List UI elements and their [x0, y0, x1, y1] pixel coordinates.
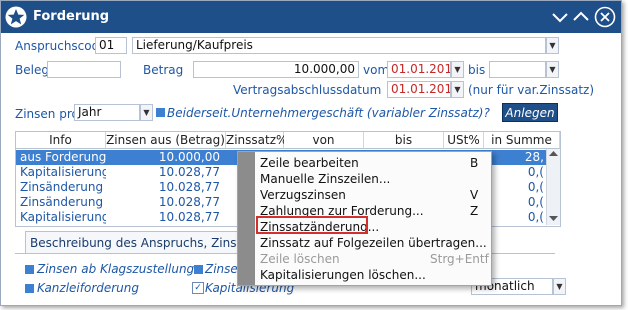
chevron-up-icon[interactable]: [571, 7, 591, 27]
star-icon: [5, 6, 27, 28]
row-summe: 0,(: [527, 165, 544, 179]
kanzleiforderung-label: Kanzleiforderung: [37, 281, 140, 295]
menu-item-zeile-loeschen: Zeile löschen: [260, 252, 340, 266]
anspruchscode-label: Anspruchscode: [15, 39, 107, 53]
row-summe: 0,(: [527, 210, 544, 224]
anspruchscode-dropdown-icon[interactable]: ▼: [546, 37, 559, 54]
scroll-up-icon[interactable]: [549, 150, 558, 157]
zinsen-pro-dropdown-icon[interactable]: ▼: [140, 104, 153, 121]
vertragsabschlussdatum-input[interactable]: 01.01.2010: [387, 81, 451, 98]
menu-shortcut-strg-entf: Strg+Entf: [430, 252, 489, 266]
row-info: aus Forderung: [20, 150, 106, 164]
window-title: Forderung: [33, 9, 110, 24]
row-summe: 0,(: [527, 195, 544, 209]
zinsen-klag-label: Zinsen ab Klagszustellung: [37, 262, 195, 276]
menu-shortcut-v: V: [470, 188, 479, 202]
menu-item-highlight: [256, 216, 368, 234]
context-menu: Zeile bearbeiten B Manuelle Zinszeilen..…: [237, 151, 492, 286]
vom-date-dropdown-icon[interactable]: ▼: [451, 61, 464, 78]
forderung-window: Forderung Anspruchscode 01 Lieferung/Kau…: [0, 0, 622, 306]
bis-date-input[interactable]: [489, 61, 546, 78]
beiderseit-checkbox[interactable]: [156, 108, 165, 117]
row-betrag: 10.028,77: [158, 195, 220, 209]
betrag-label: Betrag: [143, 63, 184, 77]
row-summe: 0,(: [527, 180, 544, 194]
anlegen-button[interactable]: Anlegen: [502, 103, 558, 122]
row-betrag: 10.028,77: [158, 180, 220, 194]
vertragsabschlussdatum-dropdown-icon[interactable]: ▼: [451, 81, 464, 98]
row-info: Zinsänderung: [20, 195, 104, 209]
variable-zinssatz-hint: (nur für var.Zinssatz): [468, 83, 595, 97]
menu-item-kapitalisierungen-loeschen[interactable]: Kapitalisierungen löschen...: [260, 267, 426, 283]
zinses-checkbox[interactable]: [194, 265, 203, 274]
column-header-info[interactable]: Info: [16, 132, 106, 149]
beleg-label: Beleg: [15, 63, 49, 77]
zinsen-pro-label: Zinsen pro: [15, 107, 79, 121]
close-icon[interactable]: [594, 6, 616, 28]
vertragsabschlussdatum-label: Vertragsabschlussdatum: [233, 83, 382, 97]
menu-item-verzugszinsen[interactable]: Verzugszinsen: [260, 187, 346, 203]
beiderseit-label: Beiderseit.Unternehmergeschäft (variable…: [167, 106, 490, 120]
scroll-down-icon[interactable]: [549, 215, 558, 222]
zinsen-klag-checkbox[interactable]: [25, 265, 34, 274]
anspruchscode-input[interactable]: 01: [95, 37, 127, 54]
beleg-input[interactable]: [47, 61, 121, 78]
betrag-input[interactable]: 10.000,00: [193, 61, 359, 78]
title-bar: Forderung: [1, 1, 621, 33]
column-header-von[interactable]: von: [284, 132, 364, 149]
vom-label: vom: [363, 63, 390, 77]
row-betrag: 10.000,00: [158, 150, 220, 164]
zinsen-pro-select[interactable]: Jahr: [74, 104, 140, 121]
column-header-zinsen-aus[interactable]: Zinsen aus (Betrag): [106, 132, 226, 149]
menu-shortcut-z: Z: [470, 204, 479, 218]
row-info: Zinsänderung: [20, 180, 104, 194]
menu-item-zinssatz-uebertragen[interactable]: Zinssatz auf Folgezeilen übertragen...: [260, 235, 487, 251]
bis-label: bis: [468, 63, 486, 77]
row-betrag: 10.028,77: [158, 210, 220, 224]
anspruchscode-description-field[interactable]: Lieferung/Kaufpreis: [132, 37, 546, 54]
row-info: Kapitalisierung: [20, 210, 106, 224]
column-header-bis[interactable]: bis: [364, 132, 444, 149]
menu-item-zeile-bearbeiten[interactable]: Zeile bearbeiten: [260, 155, 359, 171]
vom-date-input[interactable]: 01.01.2010: [387, 61, 451, 78]
column-header-ust[interactable]: USt%: [444, 132, 484, 149]
row-betrag: 10.028,77: [158, 165, 220, 179]
column-header-in-summe[interactable]: in Summe: [484, 132, 560, 149]
row-summe: 28,: [524, 150, 544, 164]
kanzleiforderung-checkbox[interactable]: [25, 284, 34, 293]
kapitalisierung-checkbox[interactable]: ✓: [192, 282, 204, 294]
column-header-zinssatz[interactable]: Zinssatz%: [226, 132, 287, 149]
menu-shortcut-b: B: [470, 156, 479, 170]
interval-dropdown-icon[interactable]: ▼: [553, 278, 566, 295]
menu-gutter: [238, 152, 255, 285]
row-info: Kapitalisierung: [20, 165, 106, 179]
chevron-down-icon[interactable]: [550, 7, 570, 27]
table-scrollbar[interactable]: [546, 149, 560, 225]
bis-date-dropdown-icon[interactable]: ▼: [546, 61, 559, 78]
menu-item-manuelle-zinszeilen[interactable]: Manuelle Zinszeilen...: [260, 171, 390, 187]
